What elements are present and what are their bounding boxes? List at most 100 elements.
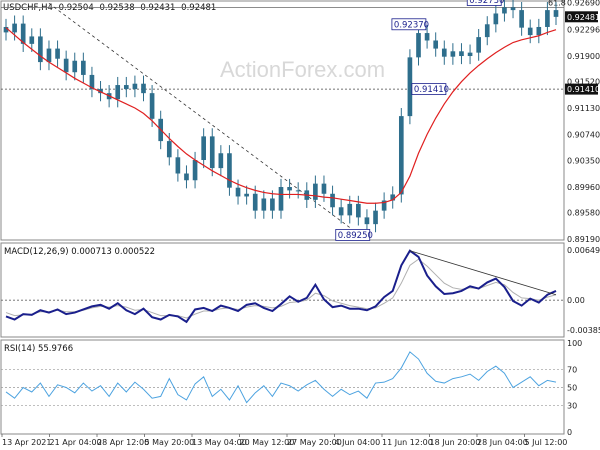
candle-body	[12, 23, 17, 33]
candle-body	[252, 193, 258, 211]
x-axis-labels: 13 Apr 202121 Apr 04:0028 Apr 12:005 May…	[1, 434, 568, 447]
price-tag-text: 0.89250	[338, 231, 373, 241]
candle-body	[38, 36, 43, 63]
candle-body	[356, 203, 361, 218]
chart-title: USDCHF,H4 0.92504 0.92538 0.92431 0.9248…	[3, 3, 216, 13]
price-tag-text: 0.92730	[469, 0, 504, 6]
main-reference-lines: 61.8	[1, 0, 566, 228]
candle-body	[459, 51, 464, 57]
macd-tick-label: 0.00	[567, 296, 585, 305]
candle-body	[476, 37, 481, 53]
macd-tick-label: 0.00649	[567, 246, 600, 255]
ma-line	[5, 27, 557, 204]
candle-body	[545, 10, 550, 27]
price-candles	[3, 0, 559, 233]
candle-body	[63, 58, 69, 73]
price-tag-text: 0.91410	[414, 85, 449, 95]
macd-tick-label: -0.003855	[567, 326, 600, 335]
y-tick-label: 0.89960	[567, 183, 600, 192]
ohlc-high: 0.92538	[99, 3, 134, 13]
candle-body	[270, 198, 275, 211]
candle-body	[149, 93, 155, 119]
candle-body	[29, 36, 35, 44]
candle-body	[338, 207, 344, 216]
rsi-tick-label: 30	[567, 401, 577, 410]
candle-body	[493, 13, 499, 25]
macd-panel-frame	[0, 242, 565, 338]
forex-chart: ActionForex.com USDCHF,H4 0.92504 0.9253…	[0, 0, 600, 447]
chart-title-symbol: USDCHF,H4	[3, 3, 53, 13]
candle-body	[218, 153, 224, 169]
rsi-label: RSI(14) 55.9766	[4, 344, 73, 354]
candle-body	[536, 26, 542, 36]
last-price-label: 0.92481	[567, 13, 600, 22]
x-tick-label: 4 Jun 04:00	[335, 438, 381, 447]
candle-body	[364, 217, 370, 225]
rsi-tick-label: 0	[567, 428, 572, 437]
y-tick-label: 0.90740	[567, 130, 600, 139]
fib-level-label: 61.8	[548, 0, 566, 7]
watermark: ActionForex.com	[220, 57, 385, 82]
candle-body	[433, 40, 439, 49]
candle-body	[72, 60, 78, 73]
rsi-tick-label: 100	[567, 339, 582, 348]
ohlc-open: 0.92504	[59, 3, 94, 13]
candle-body	[261, 198, 267, 211]
candle-body	[192, 160, 198, 181]
candle-body	[441, 48, 447, 57]
candle-body	[347, 203, 353, 216]
candle-body	[553, 10, 559, 17]
macd-lines	[1, 249, 564, 324]
rsi-lines	[1, 351, 564, 406]
price-tag-text: 0.92370	[394, 20, 429, 30]
candle-body	[416, 33, 421, 58]
x-tick-label: 28 Jun 04:00	[477, 438, 528, 447]
candle-body	[235, 187, 241, 197]
candle-body	[278, 187, 284, 211]
candle-body	[398, 116, 404, 195]
candle-body	[244, 193, 249, 197]
x-tick-label: 5 Jul 12:00	[525, 438, 568, 447]
candle-body	[424, 33, 430, 41]
x-tick-label: 21 Apr 04:00	[50, 438, 102, 447]
rsi-tick-label: 70	[567, 366, 577, 375]
y-tick-label: 0.92690	[567, 0, 600, 8]
x-tick-label: 28 Apr 12:00	[97, 438, 149, 447]
level-price-label: 0.91410	[567, 85, 600, 94]
candle-body	[287, 187, 292, 191]
candle-body	[467, 52, 473, 57]
macd-trendline	[409, 250, 557, 296]
candle-body	[166, 141, 172, 158]
candle-body	[209, 136, 215, 169]
y-axis-labels: 0.926900.922960.919000.915200.911300.907…	[565, 0, 600, 437]
rsi-panel-frame	[0, 339, 565, 435]
rsi-line	[5, 351, 557, 404]
candle-body	[81, 60, 86, 75]
moving-average-line	[5, 27, 557, 204]
candle-body	[55, 48, 60, 59]
x-tick-label: 13 Apr 2021	[2, 438, 51, 447]
candle-body	[175, 157, 181, 174]
candle-body	[132, 83, 138, 90]
macd-signal-line	[5, 258, 557, 319]
candle-body	[484, 24, 490, 38]
candle-body	[123, 85, 129, 90]
candle-body	[46, 48, 52, 63]
y-tick-label: 0.89190	[567, 235, 600, 244]
candle-body	[184, 173, 189, 181]
candle-body	[201, 136, 206, 160]
macd-line	[5, 249, 557, 324]
ohlc-low: 0.92431	[140, 3, 175, 13]
y-tick-label: 0.92296	[567, 25, 600, 34]
y-tick-label: 0.89580	[567, 209, 600, 218]
candle-body	[141, 83, 146, 94]
macd-label: MACD(12,26,9) 0.000713 0.000522	[4, 247, 155, 257]
candle-body	[450, 51, 456, 57]
candle-body	[502, 7, 507, 14]
candle-body	[227, 153, 232, 188]
x-tick-label: 5 May 20:00	[145, 438, 195, 447]
candle-body	[313, 183, 318, 200]
candle-body	[510, 7, 516, 11]
candle-body	[321, 183, 327, 194]
candle-body	[527, 27, 533, 36]
